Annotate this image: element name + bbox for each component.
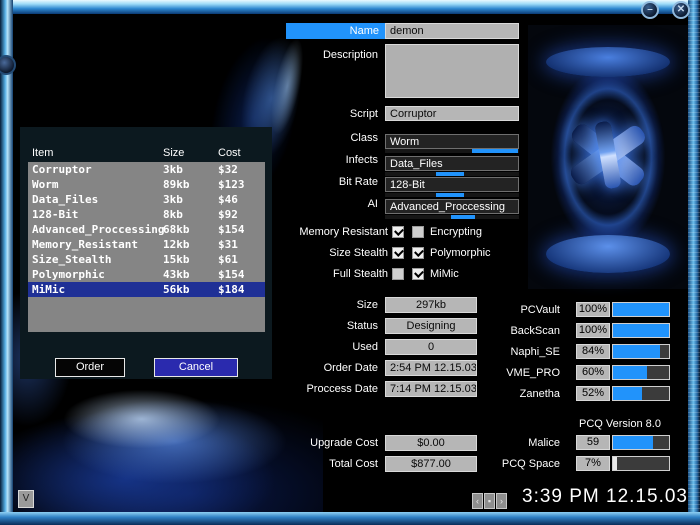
backscan-label: BackScan	[442, 325, 560, 337]
pcvault-label: PCVault	[442, 304, 560, 316]
memory-resistant-label: Memory Resistant	[270, 226, 388, 238]
order-button[interactable]: Order	[55, 358, 125, 377]
script-field[interactable]: Corruptor	[385, 106, 519, 121]
ai-slider-handle[interactable]	[451, 215, 475, 219]
encrypting-checkbox[interactable]	[412, 226, 424, 238]
class-label: Class	[260, 132, 378, 144]
backscan-bar	[612, 323, 670, 338]
size-label: Size	[260, 299, 378, 311]
window-frame-left	[0, 0, 13, 525]
class-slider-handle[interactable]	[472, 149, 518, 153]
list-item[interactable]: Data_Files3kb$46	[28, 192, 265, 207]
nav-mid-button[interactable]: ▪	[484, 493, 495, 509]
ai-slider[interactable]	[385, 215, 519, 219]
pcq-version-label: PCQ Version 8.0	[560, 418, 680, 430]
malice-value: 59	[576, 435, 610, 450]
pcq-space-label: PCQ Space	[442, 458, 560, 470]
size-stealth-label: Size Stealth	[270, 247, 388, 259]
nav-prev-button[interactable]: ‹	[472, 493, 483, 509]
malice-bar	[612, 435, 670, 450]
infects-slider-handle[interactable]	[436, 172, 464, 176]
list-item[interactable]: Polymorphic43kb$154	[28, 267, 265, 282]
name-input[interactable]: demon	[385, 23, 519, 39]
infects-label: Infects	[260, 154, 378, 166]
polymorphic-label: Polymorphic	[430, 247, 491, 259]
mimic-label: MiMic	[430, 268, 459, 280]
status-label: Status	[260, 320, 378, 332]
infects-slider[interactable]	[385, 172, 519, 176]
ai-label: AI	[260, 198, 378, 210]
pcvault-percent: 100%	[576, 302, 610, 317]
infects-field[interactable]: Data_Files	[385, 156, 519, 171]
column-header-cost: Cost	[218, 147, 241, 159]
item-browser-panel: Item Size Cost Corruptor3kb$32 Worm89kb$…	[20, 127, 272, 379]
client-area: Item Size Cost Corruptor3kb$32 Worm89kb$…	[13, 14, 688, 512]
total-cost-label: Total Cost	[260, 458, 378, 470]
naphi-se-label: Naphi_SE	[442, 346, 560, 358]
zanetha-label: Zanetha	[442, 388, 560, 400]
upgrade-cost-label: Upgrade Cost	[260, 437, 378, 449]
vme-pro-label: VME_PRO	[442, 367, 560, 379]
pcvault-bar	[612, 302, 670, 317]
column-header-item: Item	[32, 147, 53, 159]
v-button[interactable]: V	[18, 490, 34, 508]
window-frame-right	[688, 0, 700, 525]
list-item[interactable]: Corruptor3kb$32	[28, 162, 265, 177]
clock-display: 3:39 PM 12.15.03	[503, 486, 688, 508]
list-item[interactable]: 128-Bit8kb$92	[28, 207, 265, 222]
script-label: Script	[260, 108, 378, 120]
mimic-checkbox[interactable]	[412, 268, 424, 280]
pcq-space-bar	[612, 456, 670, 471]
capsule-top-cap	[546, 47, 670, 77]
list-item[interactable]: Size_Stealth15kb$61	[28, 252, 265, 267]
column-header-size: Size	[163, 147, 184, 159]
title-bar[interactable]	[0, 0, 700, 14]
description-label: Description	[260, 49, 378, 61]
ai-field[interactable]: Advanced_Proccessing	[385, 199, 519, 214]
list-item[interactable]: Worm89kb$123	[28, 177, 265, 192]
bitrate-slider-handle[interactable]	[436, 193, 464, 197]
naphi-se-bar	[612, 344, 670, 359]
minimize-icon: –	[647, 4, 653, 15]
proccess-date-label: Proccess Date	[260, 383, 378, 395]
class-slider[interactable]	[385, 149, 519, 153]
description-textarea[interactable]	[385, 44, 519, 98]
backscan-percent: 100%	[576, 323, 610, 338]
minimize-button[interactable]: –	[641, 1, 659, 19]
size-stealth-checkbox[interactable]	[392, 247, 404, 259]
naphi-se-percent: 84%	[576, 344, 610, 359]
close-icon: ✕	[677, 4, 685, 15]
full-stealth-label: Full Stealth	[270, 268, 388, 280]
specimen-image	[528, 25, 688, 289]
cancel-button[interactable]: Cancel	[154, 358, 238, 377]
full-stealth-checkbox[interactable]	[392, 268, 404, 280]
list-item-selected[interactable]: MiMic56kb$184	[28, 282, 265, 297]
pcq-space-percent: 7%	[576, 456, 610, 471]
zanetha-percent: 52%	[576, 386, 610, 401]
list-item[interactable]: Advanced_Proccessing68kb$154	[28, 222, 265, 237]
window-frame-bottom	[0, 512, 700, 525]
polymorphic-checkbox[interactable]	[412, 247, 424, 259]
item-list: Corruptor3kb$32 Worm89kb$123 Data_Files3…	[28, 162, 265, 332]
memory-resistant-checkbox[interactable]	[392, 226, 404, 238]
zanetha-bar	[612, 386, 670, 401]
used-label: Used	[260, 341, 378, 353]
bitrate-field[interactable]: 128-Bit	[385, 177, 519, 192]
malice-label: Malice	[442, 437, 560, 449]
list-item[interactable]: Memory_Resistant12kb$31	[28, 237, 265, 252]
encrypting-label: Encrypting	[430, 226, 482, 238]
vme-pro-bar	[612, 365, 670, 380]
bitrate-slider[interactable]	[385, 193, 519, 197]
order-date-label: Order Date	[260, 362, 378, 374]
capsule-bottom-cap	[546, 235, 670, 273]
class-field[interactable]: Worm	[385, 134, 519, 149]
bitrate-label: Bit Rate	[260, 176, 378, 188]
close-button[interactable]: ✕	[672, 1, 690, 19]
vme-pro-percent: 60%	[576, 365, 610, 380]
app-window: – ✕ Item Size Cost Corruptor3kb$32 Worm8…	[0, 0, 700, 525]
name-label: Name	[286, 23, 385, 39]
